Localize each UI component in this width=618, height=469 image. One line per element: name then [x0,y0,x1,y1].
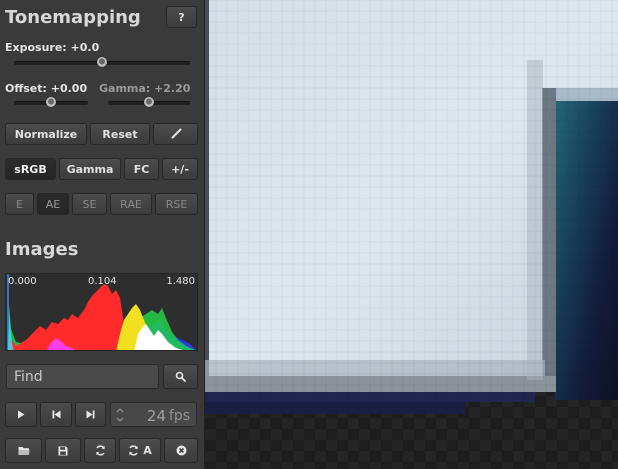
reset-button[interactable]: Reset [90,123,150,145]
metric-e-button[interactable]: E [5,193,34,215]
images-title: Images [5,239,79,260]
colorspace-plusminus-button[interactable]: +/- [162,158,198,180]
refresh-all-icon [129,445,139,456]
gamma-label: Gamma: +2.20 [99,82,191,95]
skip-forward-icon [86,410,95,419]
colorspace-fc-button[interactable]: FC [124,158,159,180]
metric-se-button[interactable]: SE [72,193,107,215]
offset-label: Offset: +0.00 [5,82,88,95]
reload-button[interactable] [84,438,116,463]
play-icon [18,410,25,419]
close-icon [176,445,186,456]
panel-title: Tonemapping [5,7,141,28]
reload-all-label: A [143,444,152,457]
search-button[interactable] [163,364,198,389]
close-image-button[interactable] [164,438,198,463]
image-view [205,0,618,469]
image-canvas[interactable] [205,0,618,469]
colorspace-gamma-button[interactable]: Gamma [59,158,121,180]
search-icon [175,371,186,382]
fps-spinner-icon[interactable] [116,407,124,423]
tonemapping-panel: Tonemapping ? Exposure: +0.0 Offset: +0.… [0,0,205,469]
histogram-max-label: 1.480 [166,276,195,287]
fps-input[interactable]: 24 fps [110,402,197,427]
pixel-grid-overlay [205,0,618,469]
open-image-button[interactable] [5,438,42,463]
offset-slider[interactable] [14,97,88,108]
offset-slider-handle[interactable] [46,97,56,107]
colorspace-srgb-button[interactable]: sRGB [5,158,56,180]
metric-rae-button[interactable]: RAE [110,193,152,215]
histogram: 0.000 0.104 1.480 [5,273,198,351]
gamma-slider-handle[interactable] [144,97,154,107]
brush-button[interactable] [153,123,198,145]
normalize-button[interactable]: Normalize [5,123,87,145]
help-button[interactable]: ? [166,6,197,28]
next-button[interactable] [75,402,106,427]
folder-open-icon [18,446,29,455]
histogram-min-label: 0.000 [8,276,37,287]
save-button[interactable] [45,438,81,463]
search-input[interactable]: Find [6,364,159,389]
gamma-slider[interactable] [108,97,190,108]
histogram-mid-label: 0.104 [88,276,117,287]
fps-unit: fps [168,408,190,424]
fps-value: 24 [146,407,166,425]
exposure-slider[interactable] [14,57,190,68]
exposure-slider-handle[interactable] [97,57,107,67]
skip-back-icon [52,410,60,419]
play-button[interactable] [5,402,37,427]
reload-all-button[interactable]: A [119,438,161,463]
refresh-icon [95,445,105,456]
exposure-label: Exposure: +0.0 [5,41,100,54]
metric-ae-button[interactable]: AE [37,193,69,215]
metric-rse-button[interactable]: RSE [155,193,198,215]
previous-button[interactable] [40,402,72,427]
save-icon [58,446,68,455]
brush-icon [171,128,181,139]
